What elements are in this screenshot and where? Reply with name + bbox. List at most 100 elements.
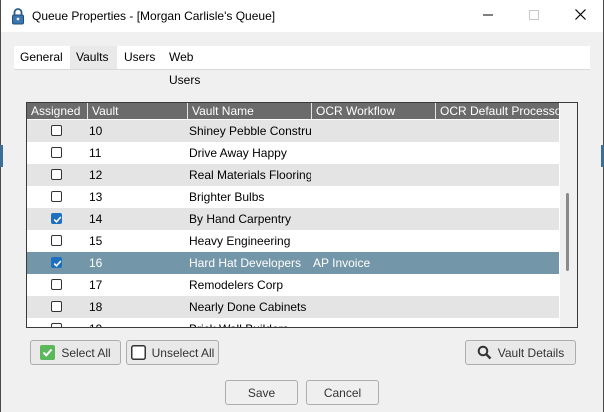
grid-body: 10 Shiney Pebble Constru... 11 Drive Away H… xyxy=(27,120,559,327)
vault-name-cell: Nearly Done Cabinets xyxy=(189,300,307,314)
vault-details-label: Vault Details xyxy=(497,345,565,360)
tab-users[interactable]: Users xyxy=(118,46,162,69)
vault-name-cell: Heavy Engineering xyxy=(189,234,291,248)
tab-general[interactable]: General xyxy=(14,46,69,69)
vault-name-cell: Real Materials Flooring xyxy=(189,168,311,182)
ocr-workflow-cell: AP Invoice xyxy=(313,256,371,270)
vault-cell: 11 xyxy=(89,146,102,160)
table-row[interactable]: 18 Nearly Done Cabinets xyxy=(27,296,559,318)
assigned-checkbox[interactable] xyxy=(51,279,62,290)
tab-strip: General Vaults Users Web Users xyxy=(14,46,590,87)
assigned-checkbox[interactable] xyxy=(51,169,62,180)
unselect-all-label: Unselect All xyxy=(151,345,215,360)
maximize-icon xyxy=(529,9,539,23)
assigned-checkbox[interactable] xyxy=(51,147,62,158)
vault-details-button[interactable]: Vault Details xyxy=(465,340,576,365)
close-icon xyxy=(574,9,586,23)
ocr-workflow-cell xyxy=(313,208,433,230)
vault-cell: 18 xyxy=(89,300,103,314)
ocr-workflow-cell xyxy=(313,296,433,318)
window-title: Queue Properties - [Morgan Carlisle's Qu… xyxy=(32,9,276,23)
window-border-left xyxy=(0,0,1,412)
minimize-button[interactable] xyxy=(465,0,511,32)
cancel-button[interactable]: Cancel xyxy=(306,380,379,405)
scrollbar-thumb[interactable] xyxy=(566,193,569,271)
checkmark-icon xyxy=(53,216,62,223)
maximize-button[interactable] xyxy=(511,0,557,32)
select-all-button[interactable]: Select All xyxy=(30,340,121,365)
save-button[interactable]: Save xyxy=(225,380,298,405)
assigned-checkbox[interactable] xyxy=(51,257,62,268)
ocr-workflow-cell xyxy=(313,186,433,208)
save-label: Save xyxy=(247,385,276,400)
ocr-workflow-cell xyxy=(313,164,433,186)
vault-cell: 19 xyxy=(89,318,185,327)
close-button[interactable] xyxy=(557,0,603,32)
vault-name-cell: Hard Hat Developers xyxy=(189,256,302,270)
ocr-processor-cell xyxy=(437,120,557,142)
table-row[interactable]: 19 Brick Wall Builders xyxy=(27,318,559,327)
assigned-checkbox[interactable] xyxy=(51,125,62,136)
vault-cell: 13 xyxy=(89,190,103,204)
tab-vaults[interactable]: Vaults xyxy=(70,46,117,69)
ocr-processor-cell xyxy=(437,274,557,296)
background-window-edge-left xyxy=(0,145,3,167)
vault-name-cell: Shiney Pebble Constru... xyxy=(189,124,311,138)
tab-web-users[interactable]: Web Users xyxy=(163,46,229,87)
ocr-processor-cell xyxy=(437,164,557,186)
cancel-label: Cancel xyxy=(323,385,362,400)
title-bar[interactable]: Queue Properties - [Morgan Carlisle's Qu… xyxy=(1,0,603,32)
vaults-grid[interactable]: Assigned Vault Vault Name OCR Workflow O… xyxy=(26,102,578,328)
column-header-assigned[interactable]: Assigned xyxy=(27,103,87,119)
assigned-checkbox[interactable] xyxy=(51,323,62,327)
vault-name-cell: Brick Wall Builders xyxy=(189,318,311,327)
table-row[interactable]: 15 Heavy Engineering xyxy=(27,230,559,252)
ocr-workflow-cell xyxy=(313,142,433,164)
checkbox-empty-icon xyxy=(130,345,146,360)
assigned-checkbox[interactable] xyxy=(51,213,62,224)
assigned-checkbox[interactable] xyxy=(51,301,62,312)
column-header-ocr-default-processor[interactable]: OCR Default Processor xyxy=(435,103,565,119)
grid-header: Assigned Vault Vault Name OCR Workflow O… xyxy=(27,103,565,119)
assigned-checkbox[interactable] xyxy=(51,235,62,246)
ocr-processor-cell xyxy=(437,208,557,230)
table-row[interactable]: 11 Drive Away Happy xyxy=(27,142,559,164)
ocr-processor-cell xyxy=(437,230,557,252)
checkbox-checked-icon xyxy=(40,345,56,360)
table-row[interactable]: 12 Real Materials Flooring xyxy=(27,164,559,186)
column-header-ocr-workflow[interactable]: OCR Workflow xyxy=(311,103,435,119)
vertical-scrollbar[interactable] xyxy=(560,103,577,327)
ocr-workflow-cell xyxy=(313,274,433,296)
vault-name-cell: Remodelers Corp xyxy=(189,278,284,292)
table-row[interactable]: 10 Shiney Pebble Constru... xyxy=(27,120,559,142)
table-row[interactable]: 16 Hard Hat Developers AP Invoice xyxy=(27,252,559,274)
checkmark-icon xyxy=(53,260,62,267)
ocr-processor-cell xyxy=(437,142,557,164)
vault-name-cell: Drive Away Happy xyxy=(189,146,287,160)
table-row[interactable]: 14 By Hand Carpentry xyxy=(27,208,559,230)
ocr-processor-cell xyxy=(437,186,557,208)
unselect-all-button[interactable]: Unselect All xyxy=(126,340,219,365)
vault-cell: 17 xyxy=(89,278,103,292)
search-icon xyxy=(477,345,492,360)
vault-name-cell: Brighter Bulbs xyxy=(189,190,265,204)
column-header-vault-name[interactable]: Vault Name xyxy=(187,103,311,119)
assigned-checkbox[interactable] xyxy=(51,191,62,202)
table-row[interactable]: 13 Brighter Bulbs xyxy=(27,186,559,208)
vault-cell: 15 xyxy=(89,234,103,248)
lock-icon xyxy=(11,7,25,25)
column-header-vault[interactable]: Vault xyxy=(87,103,187,119)
table-row[interactable]: 17 Remodelers Corp xyxy=(27,274,559,296)
vault-cell: 12 xyxy=(89,168,103,182)
ocr-workflow-cell xyxy=(313,230,433,252)
vault-cell: 16 xyxy=(89,256,103,270)
ocr-processor-cell xyxy=(437,318,557,327)
ocr-processor-cell xyxy=(437,296,557,318)
vault-cell: 14 xyxy=(89,212,103,226)
ocr-processor-cell xyxy=(437,252,557,274)
vault-name-cell: By Hand Carpentry xyxy=(189,212,292,226)
select-all-label: Select All xyxy=(61,345,111,360)
ocr-workflow-cell xyxy=(313,318,433,327)
minimize-icon xyxy=(483,9,493,23)
vault-cell: 10 xyxy=(89,124,103,138)
